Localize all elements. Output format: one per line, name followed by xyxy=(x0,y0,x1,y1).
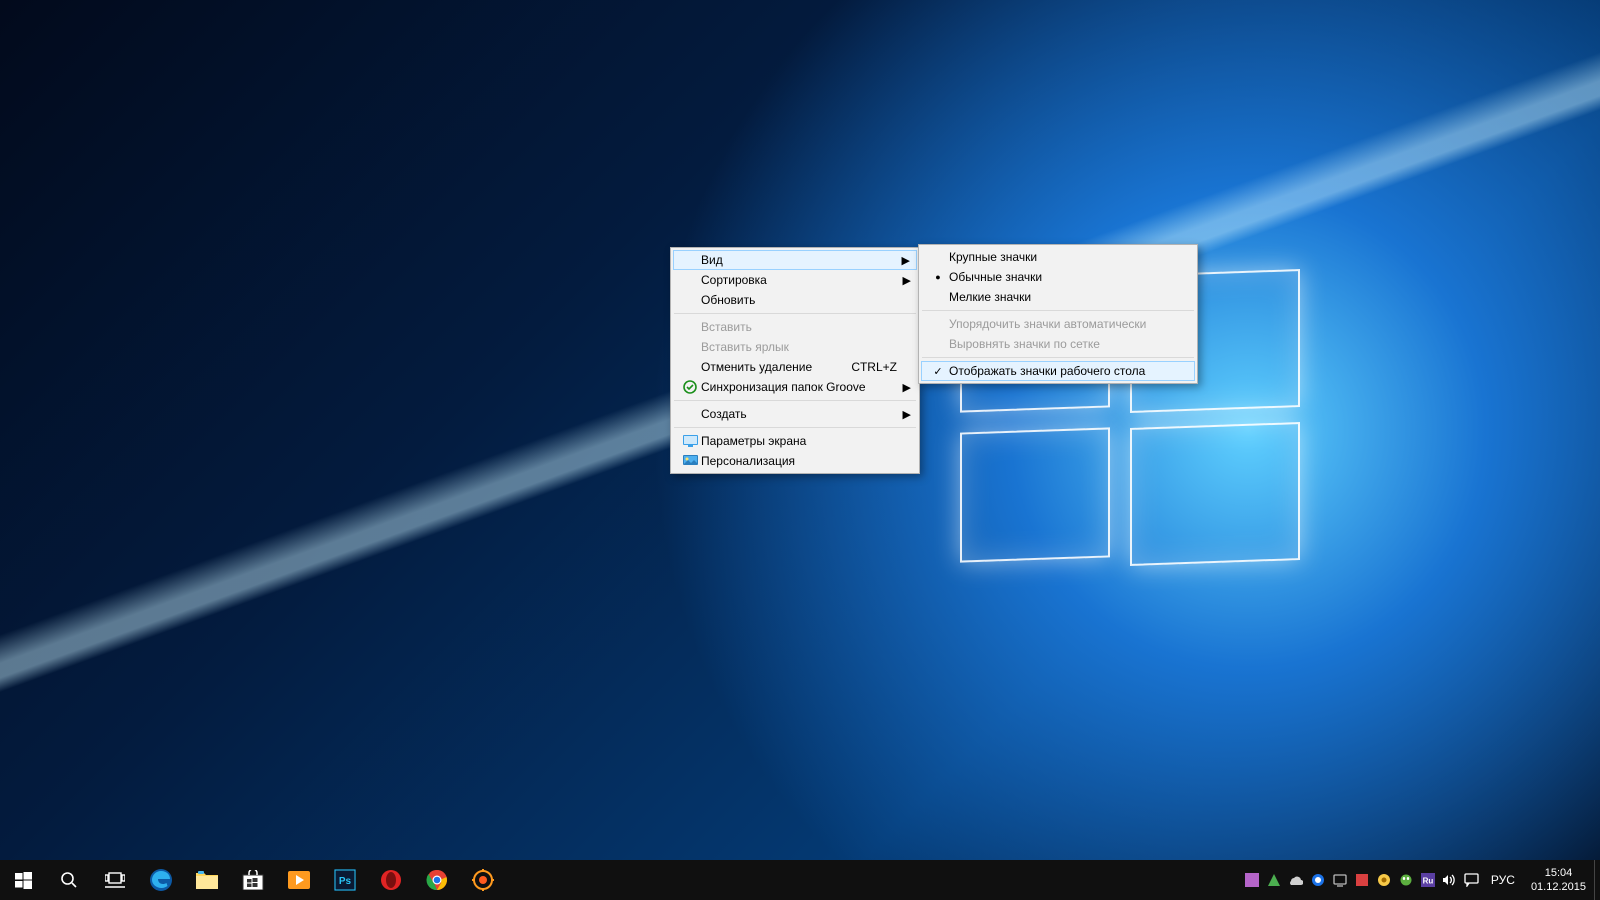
desktop-context-menu: Вид ▶ Сортировка ▶ Обновить Вставить Вст… xyxy=(670,247,920,474)
taskbar-clock[interactable]: 15:04 01.12.2015 xyxy=(1523,866,1594,894)
svg-text:Ps: Ps xyxy=(339,876,352,887)
start-button[interactable] xyxy=(0,860,46,900)
chevron-right-icon: ▶ xyxy=(903,274,911,287)
tray-icon-9[interactable]: Ru xyxy=(1417,860,1439,900)
menu-item-personalize[interactable]: Персонализация xyxy=(673,451,917,471)
tray-icon-8[interactable] xyxy=(1395,860,1417,900)
desktop[interactable]: Вид ▶ Сортировка ▶ Обновить Вставить Вст… xyxy=(0,0,1600,860)
menu-label: Крупные значки xyxy=(949,250,1175,264)
chevron-right-icon: ▶ xyxy=(903,381,911,394)
taskbar: Ps Ru РУС 15:04 01.12.2015 xyxy=(0,860,1600,900)
menu-separator xyxy=(922,357,1194,358)
menu-separator xyxy=(922,310,1194,311)
tray-icon-5[interactable] xyxy=(1329,860,1351,900)
tray-icon-4[interactable] xyxy=(1307,860,1329,900)
taskbar-app-explorer[interactable] xyxy=(184,860,230,900)
menu-separator xyxy=(674,400,916,401)
menu-separator xyxy=(674,427,916,428)
menu-item-view[interactable]: Вид ▶ xyxy=(673,250,917,270)
submenu-item-medium-icons[interactable]: ● Обычные значки xyxy=(921,267,1195,287)
tray-icon-7[interactable] xyxy=(1373,860,1395,900)
lang-label: РУС xyxy=(1491,873,1515,887)
submenu-item-large-icons[interactable]: Крупные значки xyxy=(921,247,1195,267)
groove-icon xyxy=(679,380,701,394)
menu-label: Вставить ярлык xyxy=(701,340,897,354)
menu-label: Параметры экрана xyxy=(701,434,897,448)
menu-label: Персонализация xyxy=(701,454,897,468)
menu-label: Вид xyxy=(701,253,897,267)
taskbar-app-misc[interactable] xyxy=(460,860,506,900)
clock-date: 01.12.2015 xyxy=(1531,880,1586,894)
taskbar-left: Ps xyxy=(0,860,506,900)
taskbar-app-opera[interactable] xyxy=(368,860,414,900)
menu-label: Обновить xyxy=(701,293,897,307)
menu-label: Синхронизация папок Groove xyxy=(701,380,897,394)
personalize-icon xyxy=(679,455,701,468)
taskbar-app-media[interactable] xyxy=(276,860,322,900)
tray-icon-6[interactable] xyxy=(1351,860,1373,900)
menu-label: Отменить удаление xyxy=(701,360,831,374)
svg-text:Ru: Ru xyxy=(1423,877,1434,886)
menu-label: Обычные значки xyxy=(949,270,1175,284)
menu-separator xyxy=(674,313,916,314)
taskbar-app-edge[interactable] xyxy=(138,860,184,900)
check-mark-icon: ✓ xyxy=(927,365,949,378)
menu-item-paste: Вставить xyxy=(673,317,917,337)
clock-time: 15:04 xyxy=(1531,866,1586,880)
tray-icon-3[interactable] xyxy=(1285,860,1307,900)
chevron-right-icon: ▶ xyxy=(902,254,910,267)
search-button[interactable] xyxy=(46,860,92,900)
radio-mark-icon: ● xyxy=(927,272,949,282)
menu-label: Вставить xyxy=(701,320,897,334)
view-submenu: Крупные значки ● Обычные значки Мелкие з… xyxy=(918,244,1198,384)
submenu-item-small-icons[interactable]: Мелкие значки xyxy=(921,287,1195,307)
taskview-button[interactable] xyxy=(92,860,138,900)
menu-item-groove-sync[interactable]: Синхронизация папок Groove ▶ xyxy=(673,377,917,397)
menu-item-sort[interactable]: Сортировка ▶ xyxy=(673,270,917,290)
submenu-item-show-desktop-icons[interactable]: ✓ Отображать значки рабочего стола xyxy=(921,361,1195,381)
menu-label: Упорядочить значки автоматически xyxy=(949,317,1175,331)
menu-label: Сортировка xyxy=(701,273,897,287)
submenu-item-auto-arrange: Упорядочить значки автоматически xyxy=(921,314,1195,334)
tray-icon-2[interactable] xyxy=(1263,860,1285,900)
menu-item-display-settings[interactable]: Параметры экрана xyxy=(673,431,917,451)
display-icon xyxy=(679,435,701,448)
menu-item-new[interactable]: Создать ▶ xyxy=(673,404,917,424)
taskbar-app-store[interactable] xyxy=(230,860,276,900)
menu-item-undo-delete[interactable]: Отменить удаление CTRL+Z xyxy=(673,357,917,377)
menu-label: Отображать значки рабочего стола xyxy=(949,364,1175,378)
action-center-icon[interactable] xyxy=(1461,860,1483,900)
menu-shortcut: CTRL+Z xyxy=(851,360,897,374)
taskbar-right: Ru РУС 15:04 01.12.2015 xyxy=(1241,860,1600,900)
chevron-right-icon: ▶ xyxy=(903,408,911,421)
taskbar-app-chrome[interactable] xyxy=(414,860,460,900)
menu-label: Создать xyxy=(701,407,897,421)
menu-item-refresh[interactable]: Обновить xyxy=(673,290,917,310)
submenu-item-align-grid: Выровнять значки по сетке xyxy=(921,334,1195,354)
volume-icon[interactable] xyxy=(1439,860,1461,900)
show-desktop-button[interactable] xyxy=(1594,860,1600,900)
menu-label: Мелкие значки xyxy=(949,290,1175,304)
language-indicator[interactable]: РУС xyxy=(1483,873,1523,887)
tray-icon-1[interactable] xyxy=(1241,860,1263,900)
menu-label: Выровнять значки по сетке xyxy=(949,337,1175,351)
menu-item-paste-shortcut: Вставить ярлык xyxy=(673,337,917,357)
taskbar-app-photoshop[interactable]: Ps xyxy=(322,860,368,900)
